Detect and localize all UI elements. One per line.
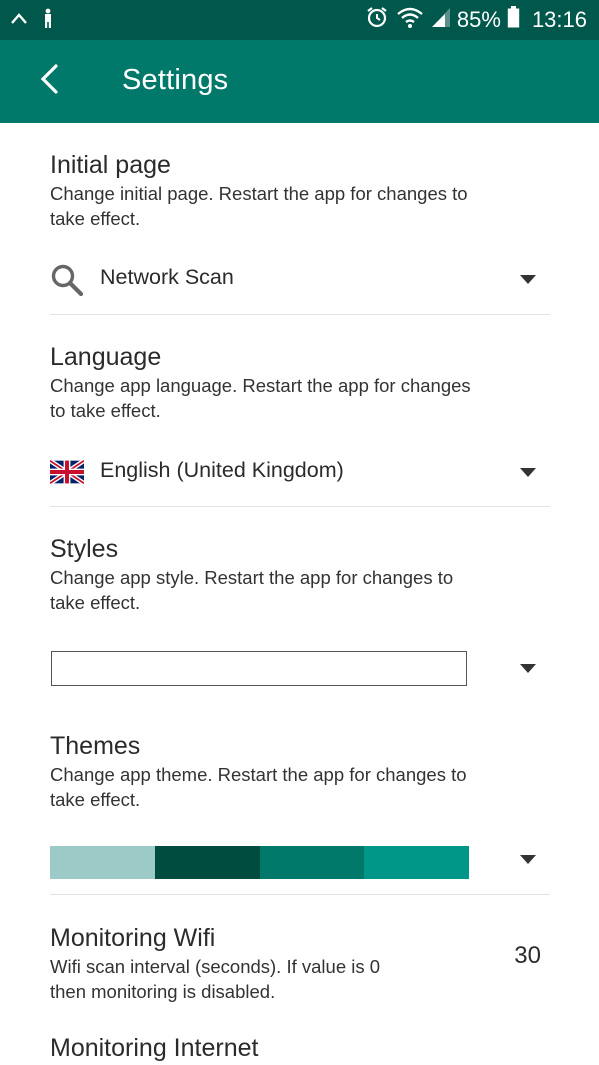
styles-dropdown[interactable] [50,640,550,696]
themes-title: Themes [50,732,141,760]
divider [50,506,550,507]
styles-title: Styles [50,535,119,563]
notification-up-icon [10,11,28,30]
alarm-icon [365,5,389,35]
chevron-down-icon [520,664,536,673]
status-bar: 85% 13:16 [0,0,599,40]
style-preview [51,651,467,686]
styles-section: Styles Change app style. Restart the app… [50,534,550,615]
back-button[interactable] [26,58,72,104]
theme-swatches [50,846,469,879]
search-icon [50,263,84,297]
arrow-back-icon [38,63,60,100]
initial-page-title: Initial page [50,151,171,179]
signal-icon [431,6,451,34]
app-bar: Settings [0,40,599,123]
themes-dropdown[interactable] [50,831,550,887]
clock: 13:16 [531,7,587,32]
chevron-down-icon [520,468,536,477]
wifi-icon [395,5,425,35]
language-dropdown[interactable]: English (United Kingdom) [48,444,550,500]
uk-flag-icon [48,458,86,493]
battery-percent: 85% [456,7,501,32]
language-description: Change app language. Restart the app for… [50,375,471,421]
divider [50,314,550,315]
battery-icon [507,6,520,34]
initial-page-dropdown[interactable]: Network Scan [50,251,550,307]
initial-page-section: Initial page Change initial page. Restar… [50,150,550,231]
monitoring-wifi-title: Monitoring Wifi [50,924,216,952]
initial-page-value: Network Scan [100,265,234,289]
monitoring-internet-section[interactable]: Monitoring Internet [50,1033,550,1063]
divider [50,894,550,895]
monitoring-wifi-description: Wifi scan interval (seconds). If value i… [50,956,381,1002]
language-value: English (United Kingdom) [100,458,344,482]
accessibility-icon [42,8,54,33]
theme-swatch-4 [364,846,469,879]
theme-swatch-3 [259,846,365,879]
language-section: Language Change app language. Restart th… [50,342,550,423]
monitoring-internet-title: Monitoring Internet [50,1034,259,1062]
chevron-down-icon [520,855,536,864]
styles-description: Change app style. Restart the app for ch… [50,567,454,613]
themes-section: Themes Change app theme. Restart the app… [50,731,550,812]
theme-swatch-1 [50,846,155,879]
monitoring-wifi-value: 30 [514,942,541,969]
themes-description: Change app theme. Restart the app for ch… [50,764,467,810]
theme-swatch-2 [154,846,260,879]
monitoring-wifi-section[interactable]: Monitoring Wifi Wifi scan interval (seco… [50,923,550,1004]
page-title: Settings [122,64,229,96]
initial-page-description: Change initial page. Restart the app for… [50,183,468,229]
language-title: Language [50,343,162,371]
chevron-down-icon [520,275,536,284]
